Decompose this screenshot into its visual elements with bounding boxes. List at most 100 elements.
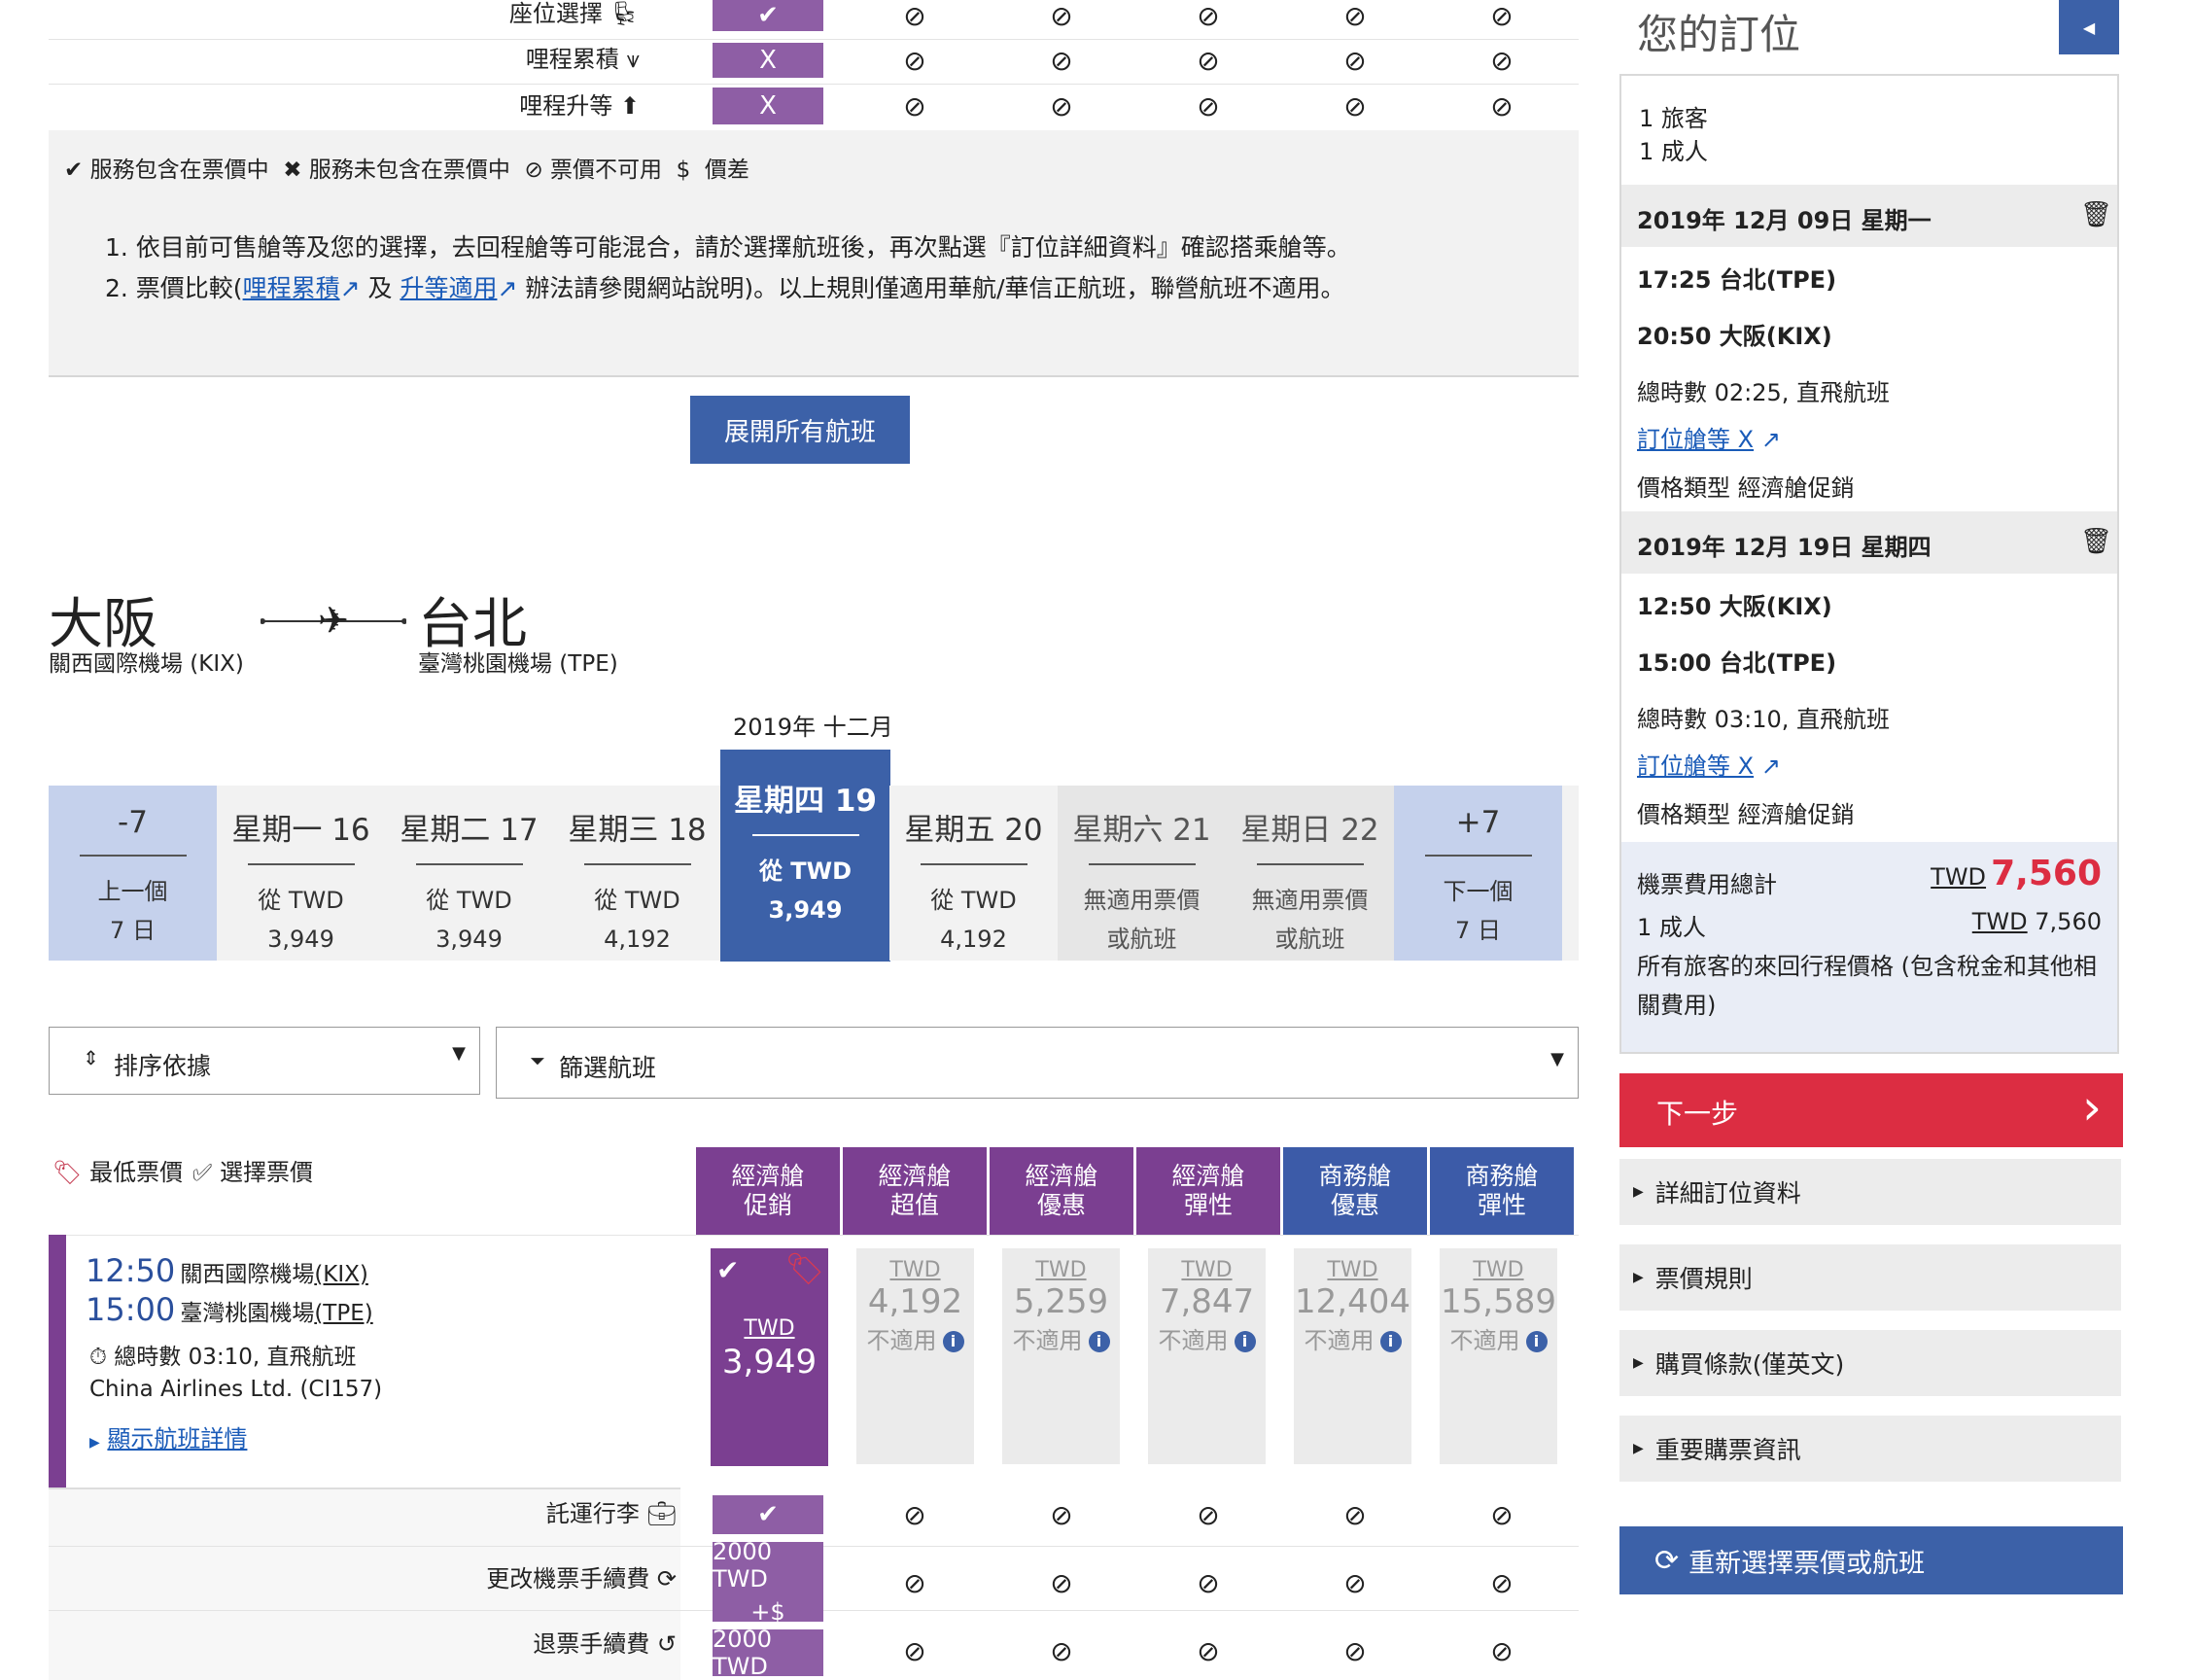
- next-step-button[interactable]: 下一步 ›: [1619, 1073, 2123, 1147]
- benefit-label-upgrade: 哩程升等 ⬆: [519, 92, 640, 120]
- fare-header-line2: 超值: [889, 1191, 939, 1219]
- refresh-icon: ⟳: [656, 1565, 677, 1592]
- info-icon[interactable]: i: [1088, 1331, 1110, 1352]
- date-label: 星期四 19: [734, 784, 877, 819]
- fare-amount: 12,404: [1295, 1282, 1410, 1321]
- date-option-2[interactable]: 星期二 17 從 TWD 3,949: [385, 786, 553, 961]
- date-sub-2: 3,949: [435, 926, 503, 953]
- upgrade-link[interactable]: 升等適用: [400, 274, 497, 302]
- refund-icon: ↺: [656, 1630, 677, 1658]
- date-label: 星期六 21: [1072, 813, 1211, 848]
- unavailable-icon: ⊘: [1153, 43, 1264, 78]
- caret-right-icon: ▶: [1633, 1355, 1644, 1371]
- unavailable-icon: ⊘: [1446, 1561, 1557, 1604]
- leg2-class-link[interactable]: 訂位艙等 X ↗: [1619, 747, 2135, 781]
- fare-header-line1: 經濟艙: [1025, 1162, 1098, 1190]
- reselect-button[interactable]: ⟳ 重新選擇票價或航班: [1619, 1526, 2123, 1594]
- date-sub-2: 3,949: [267, 926, 334, 953]
- unavailable-icon: ⊘: [1446, 1631, 1557, 1670]
- leg1-class-link[interactable]: 訂位艙等 X ↗: [1619, 420, 2135, 454]
- accordion-item-3[interactable]: ▶ 重要購票資訊: [1619, 1416, 2121, 1482]
- date-divider: [583, 863, 691, 865]
- external-link-icon: ↗: [1760, 426, 1781, 453]
- info-icon[interactable]: i: [1525, 1331, 1548, 1352]
- fare-option-promo-selected[interactable]: ✔ 🏷︎ TWD 3,949: [711, 1248, 828, 1466]
- cross-icon: ✖: [283, 158, 302, 183]
- note-2: 2. 票價比較(哩程累積↗ 及 升等適用↗ 辦法請參閱網站說明)。以上規則僅適用…: [105, 274, 1345, 302]
- unavailable-icon: ⊘: [859, 1561, 970, 1604]
- date-option-6[interactable]: 星期六 21 無適用票價 或航班: [1058, 786, 1226, 961]
- trash-icon[interactable]: 🗑︎: [2080, 527, 2112, 556]
- accordion-item-2[interactable]: ▶ 購買條款(僅英文): [1619, 1330, 2121, 1396]
- fare-option-1[interactable]: TWD 4,192 不適用 i: [856, 1248, 974, 1464]
- leg2-fare-type: 價格類型 經濟艙促銷: [1637, 801, 1855, 828]
- not-applicable-text: 不適用: [866, 1327, 937, 1354]
- date-divider: [751, 834, 859, 836]
- benefit-label-refund-fee: 退票手續費 ↺: [533, 1630, 677, 1658]
- fare-amount: 3,949: [721, 1343, 818, 1382]
- date-sub-2: 或航班: [1106, 926, 1177, 953]
- date-option-7[interactable]: 星期日 22 無適用票價 或航班: [1226, 786, 1394, 961]
- fare-currency: TWD: [744, 1316, 795, 1341]
- filter-select[interactable]: ⏷ 篩選航班 ▼: [496, 1027, 1579, 1099]
- date-option-1[interactable]: 星期一 16 從 TWD 3,949: [217, 786, 385, 961]
- date-sub-2: 或航班: [1274, 926, 1345, 953]
- info-icon[interactable]: i: [1234, 1331, 1256, 1352]
- check-circle-icon: ✅︎: [192, 1159, 213, 1186]
- mileage-link[interactable]: 哩程累積: [243, 274, 340, 302]
- total-amount: TWD 7,560: [1931, 854, 2102, 893]
- flight-row-accent: [49, 1235, 66, 1489]
- info-icon[interactable]: i: [942, 1331, 964, 1352]
- fare-header-line2: 優惠: [1036, 1191, 1086, 1219]
- fare-header-2: 經濟艙 優惠: [990, 1147, 1133, 1235]
- traveller-count: 1 旅客: [1639, 105, 1708, 132]
- unavailable-icon: ⊘: [1300, 1561, 1410, 1604]
- benefit-baggage-promo: ✔: [713, 1495, 823, 1534]
- flight-details-link[interactable]: ▶ 顯示航班詳情: [89, 1419, 247, 1453]
- trash-icon[interactable]: 🗑︎: [2080, 200, 2112, 229]
- date-option-4[interactable]: 星期四 19 從 TWD 3,949: [721, 751, 889, 961]
- fare-header-line1: 經濟艙: [878, 1162, 952, 1190]
- fare-header-0: 經濟艙 促銷: [696, 1147, 840, 1235]
- fare-header-line2: 彈性: [1477, 1191, 1526, 1219]
- benefit-label-change-fee: 更改機票手續費 ⟳: [486, 1565, 677, 1592]
- fare-option-2[interactable]: TWD 5,259 不適用 i: [1002, 1248, 1120, 1464]
- fare-option-5[interactable]: TWD 15,589 不適用 i: [1440, 1248, 1557, 1464]
- adult-count: 1 成人: [1639, 138, 1708, 165]
- external-link-icon: ↗: [339, 274, 361, 302]
- date-option-5[interactable]: 星期五 20 從 TWD 4,192: [889, 786, 1058, 961]
- unavailable-icon: ⊘: [1006, 0, 1117, 32]
- unavailable-icon: ⊘: [1153, 1495, 1264, 1534]
- fare-option-4[interactable]: TWD 12,404 不適用 i: [1294, 1248, 1411, 1464]
- sort-select[interactable]: ⇕ 排序依據 ▼: [49, 1027, 480, 1095]
- accordion-item-1[interactable]: ▶ 票價規則: [1619, 1244, 2121, 1311]
- info-icon[interactable]: i: [1379, 1331, 1402, 1352]
- accordion-item-0[interactable]: ▶ 詳細訂位資料: [1619, 1159, 2121, 1225]
- unavailable-icon: ⊘: [524, 158, 543, 183]
- unavailable-icon: ⊘: [1446, 1495, 1557, 1534]
- fare-header-3: 經濟艙 彈性: [1136, 1147, 1280, 1235]
- date-sub-2: 7 日: [1455, 917, 1501, 944]
- legend-row: ✔ 服務包含在票價中 ✖ 服務未包含在票價中 ⊘ 票價不可用 $ 價差: [64, 158, 749, 183]
- accordion-label: 詳細訂位資料: [1654, 1179, 1801, 1208]
- benefit-upgrade-promo: X: [713, 88, 823, 124]
- external-link-icon: ↗: [497, 274, 518, 302]
- date-option-0[interactable]: -7 上一個 7 日: [49, 786, 217, 961]
- caret-left-icon: ◀: [2082, 18, 2096, 37]
- date-label: 星期日 22: [1240, 813, 1379, 848]
- benefit-change-fee-promo: 2000 TWD +$: [713, 1538, 823, 1626]
- price-note: 所有旅客的來回行程價格 (包含稅金和其他相關費用): [1637, 953, 2097, 1019]
- unavailable-icon: ⊘: [1446, 88, 1557, 124]
- fare-option-3[interactable]: TWD 7,847 不適用 i: [1148, 1248, 1266, 1464]
- leg2-date: 2019年 12月 19日 星期四: [1637, 534, 1932, 561]
- fare-not-applicable: 不適用 i: [1148, 1321, 1266, 1355]
- date-divider: [79, 855, 187, 857]
- date-option-8[interactable]: +7 下一個 7 日: [1394, 786, 1562, 961]
- date-sub-1: 下一個: [1443, 878, 1514, 905]
- date-label: 星期三 18: [568, 813, 707, 848]
- date-sub-2: 4,192: [940, 926, 1007, 953]
- date-option-3[interactable]: 星期三 18 從 TWD 4,192: [553, 786, 721, 961]
- collapse-sidebar-button[interactable]: ◀: [2059, 0, 2119, 54]
- unavailable-icon: ⊘: [1300, 88, 1410, 124]
- expand-all-flights-button[interactable]: 展開所有航班: [690, 396, 910, 464]
